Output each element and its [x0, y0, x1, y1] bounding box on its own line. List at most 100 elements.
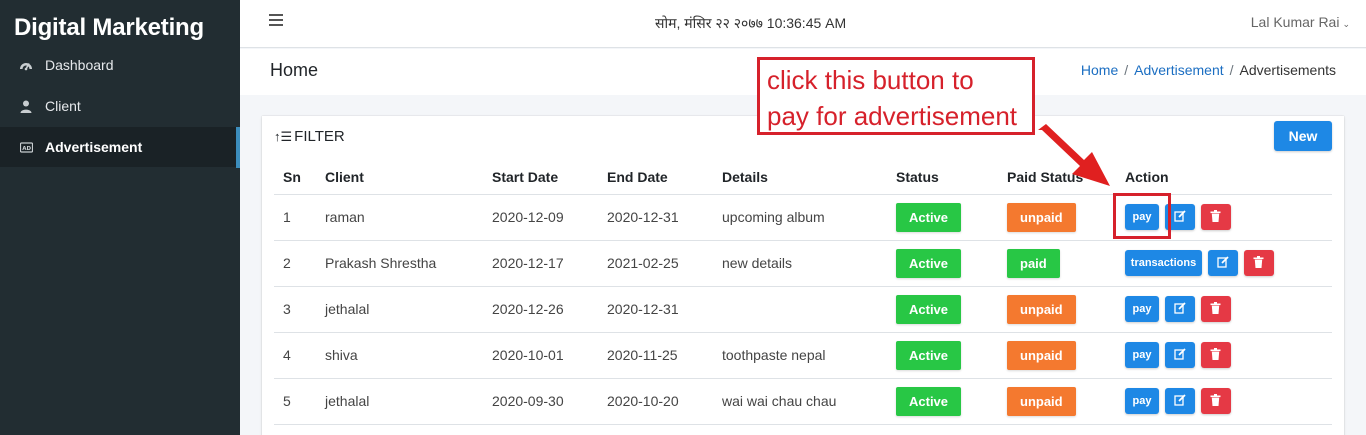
cell-status: Active	[887, 332, 998, 379]
breadcrumb-home[interactable]: Home	[1081, 62, 1118, 78]
cell-client: Prakash Shrestha	[316, 240, 483, 287]
svg-text:AD: AD	[22, 146, 31, 152]
sidebar-item-advertisement[interactable]: AD Advertisement	[0, 127, 240, 168]
sidebar-item-client[interactable]: Client	[0, 86, 240, 126]
table-header-row: Sn Client Start Date End Date Details St…	[274, 160, 1332, 195]
edit-button[interactable]	[1207, 250, 1238, 276]
paid-status-badge: unpaid	[1007, 340, 1076, 370]
filter-sort-icon: ↑☰	[274, 129, 293, 144]
table-row: 4 shiva 2020-10-01 2020-11-25 toothpaste…	[274, 332, 1332, 379]
delete-button[interactable]	[1200, 204, 1231, 230]
status-badge: Active	[896, 294, 962, 324]
edit-button[interactable]	[1164, 388, 1195, 414]
user-name: Lal Kumar Rai	[1250, 14, 1340, 30]
column-header-start-date: Start Date	[483, 160, 598, 195]
ad-icon: AD	[19, 140, 33, 154]
cell-status: Active	[887, 378, 998, 425]
cell-status: Active	[887, 286, 998, 333]
paid-status-badge: unpaid	[1007, 386, 1076, 416]
cell-action: pay	[1116, 378, 1332, 425]
column-header-end-date: End Date	[598, 160, 713, 195]
column-header-sn: Sn	[274, 160, 316, 195]
transactions-button[interactable]: transactions	[1125, 250, 1202, 276]
cell-start-date: 2020-12-26	[483, 286, 598, 333]
delete-button[interactable]	[1243, 250, 1274, 276]
pay-button[interactable]: pay	[1125, 296, 1159, 322]
user-menu[interactable]: Lal Kumar Rai ⌄	[1251, 14, 1350, 30]
breadcrumb-advertisement[interactable]: Advertisement	[1134, 62, 1223, 78]
advertisement-table: Sn Client Start Date End Date Details St…	[274, 160, 1332, 425]
cell-end-date: 2020-11-25	[598, 332, 713, 379]
trash-icon	[1253, 255, 1264, 271]
edit-icon	[1174, 393, 1186, 409]
cell-details: wai wai chau chau	[713, 378, 887, 425]
annotation-text: click this button to pay for advertiseme…	[767, 62, 1017, 134]
sidebar-item-dashboard[interactable]: Dashboard	[0, 45, 240, 85]
cell-sn: 3	[274, 286, 316, 333]
cell-client: jethalal	[316, 378, 483, 425]
column-header-details: Details	[713, 160, 887, 195]
cell-client: raman	[316, 194, 483, 241]
cell-sn: 1	[274, 194, 316, 241]
cell-details: upcoming album	[713, 194, 887, 241]
cell-details	[713, 286, 887, 333]
table-row: 1 raman 2020-12-09 2020-12-31 upcoming a…	[274, 194, 1332, 241]
sidebar-item-label: Dashboard	[45, 57, 114, 73]
cell-details: toothpaste nepal	[713, 332, 887, 379]
table-row: 2 Prakash Shrestha 2020-12-17 2021-02-25…	[274, 240, 1332, 287]
menu-toggle-icon[interactable]	[269, 14, 283, 26]
breadcrumb-separator: /	[1229, 62, 1234, 78]
cell-end-date: 2020-10-20	[598, 378, 713, 425]
annotation-arrow-icon	[1038, 124, 1110, 186]
edit-icon	[1174, 347, 1186, 363]
cell-start-date: 2020-10-01	[483, 332, 598, 379]
paid-status-badge: unpaid	[1007, 202, 1076, 232]
delete-button[interactable]	[1200, 296, 1231, 322]
cell-status: Active	[887, 240, 998, 287]
annotation-line-1: click this button to	[767, 65, 974, 95]
cell-start-date: 2020-12-09	[483, 194, 598, 241]
current-datetime: सोम, मंसिर २२ २०७७ 10:36:45 AM	[655, 15, 847, 31]
status-badge: Active	[896, 248, 962, 278]
cell-end-date: 2021-02-25	[598, 240, 713, 287]
edit-icon	[1174, 209, 1186, 225]
cell-start-date: 2020-12-17	[483, 240, 598, 287]
cell-paid-status: unpaid	[998, 194, 1116, 241]
cell-end-date: 2020-12-31	[598, 194, 713, 241]
delete-button[interactable]	[1200, 342, 1231, 368]
annotation-callout: click this button to pay for advertiseme…	[757, 57, 1035, 135]
cell-sn: 4	[274, 332, 316, 379]
paid-status-badge: unpaid	[1007, 294, 1076, 324]
top-navbar: सोम, मंसिर २२ २०७७ 10:36:45 AM Lal Kumar…	[240, 0, 1366, 48]
filter-label: FILTER	[294, 128, 345, 145]
status-badge: Active	[896, 202, 962, 232]
annotation-line-2: pay for advertisement	[767, 101, 1018, 131]
cell-end-date: 2020-12-31	[598, 286, 713, 333]
filter-toggle[interactable]: ↑☰ FILTER	[274, 128, 345, 145]
cell-paid-status: unpaid	[998, 378, 1116, 425]
delete-button[interactable]	[1200, 388, 1231, 414]
cell-client: shiva	[316, 332, 483, 379]
user-icon	[19, 99, 33, 113]
edit-icon	[1174, 301, 1186, 317]
cell-action: transactions	[1116, 240, 1332, 287]
sidebar: Digital Marketing Dashboard Client AD Ad…	[0, 0, 240, 435]
edit-icon	[1217, 255, 1229, 271]
pay-button[interactable]: pay	[1125, 342, 1159, 368]
sidebar-item-label: Advertisement	[45, 139, 143, 155]
column-header-action: Action	[1116, 160, 1332, 195]
edit-button[interactable]	[1164, 342, 1195, 368]
pay-button[interactable]: pay	[1125, 388, 1159, 414]
new-button[interactable]: New	[1274, 121, 1332, 151]
breadcrumb: Home / Advertisement / Advertisements	[1081, 62, 1336, 78]
column-header-client: Client	[316, 160, 483, 195]
cell-client: jethalal	[316, 286, 483, 333]
trash-icon	[1210, 301, 1221, 317]
trash-icon	[1210, 347, 1221, 363]
status-badge: Active	[896, 340, 962, 370]
edit-button[interactable]	[1164, 296, 1195, 322]
cell-action: pay	[1116, 332, 1332, 379]
paid-status-badge: paid	[1007, 248, 1060, 278]
dashboard-icon	[19, 58, 33, 72]
page-title: Home	[270, 60, 319, 80]
